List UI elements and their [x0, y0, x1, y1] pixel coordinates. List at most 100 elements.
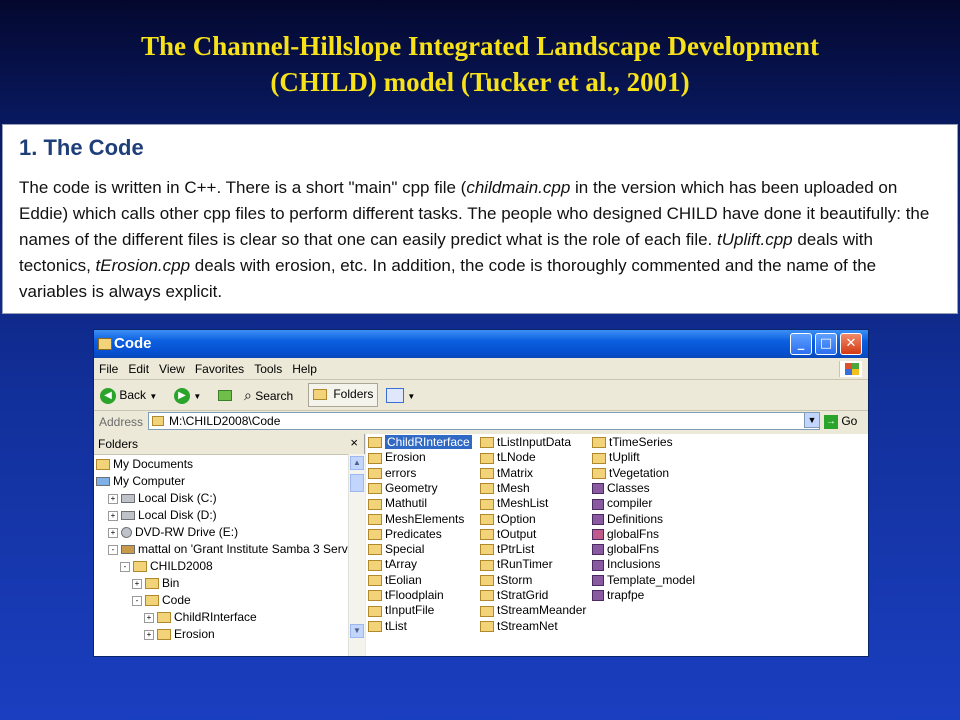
menu-view[interactable]: View: [154, 359, 190, 376]
back-button[interactable]: ◀ Back ▼: [100, 385, 157, 405]
file-item[interactable]: tStorm: [480, 573, 532, 588]
back-dropdown-icon[interactable]: ▼: [149, 392, 157, 401]
file-item[interactable]: tRunTimer: [480, 557, 553, 572]
menu-file[interactable]: File: [94, 359, 123, 376]
tree-item[interactable]: + Bin: [132, 575, 179, 591]
maximize-button[interactable]: □: [815, 333, 837, 355]
expand-icon[interactable]: +: [108, 510, 118, 521]
folders-scrollbar[interactable]: ▲ ▼: [348, 454, 365, 656]
up-folder-button[interactable]: [218, 385, 235, 405]
file-item[interactable]: tMeshList: [480, 496, 548, 511]
source-file-icon: [592, 513, 604, 525]
filename-text: tUplift.cpp: [717, 230, 793, 249]
file-item-label: compiler: [607, 496, 653, 511]
tree-item[interactable]: + Local Disk (C:): [108, 490, 217, 506]
file-item[interactable]: globalFns: [592, 542, 659, 557]
explorer-window: Code _ □ ✕ File Edit View Favorites Tools Hel…: [93, 329, 869, 657]
menu-bar: File Edit View Favorites Tools Help: [94, 359, 868, 380]
go-label: Go: [841, 414, 858, 428]
tree-item[interactable]: + DVD-RW Drive (E:): [108, 524, 238, 540]
tree-item[interactable]: My Computer: [96, 473, 185, 489]
file-item[interactable]: Classes: [592, 481, 650, 496]
tree-item[interactable]: - mattal on 'Grant Institute Samba 3 Serv…: [108, 541, 358, 557]
file-item[interactable]: Mathutil: [368, 496, 427, 511]
scroll-thumb[interactable]: [350, 474, 364, 492]
file-item[interactable]: tOption: [480, 512, 536, 527]
expand-icon[interactable]: +: [108, 527, 118, 538]
address-dropdown-icon[interactable]: ▼: [804, 412, 820, 428]
search-button[interactable]: ⌕ Search: [244, 385, 293, 405]
tree-item[interactable]: + Erosion: [144, 626, 215, 642]
search-icon: ⌕: [244, 387, 252, 403]
file-item[interactable]: Special: [368, 542, 424, 557]
close-pane-icon[interactable]: ×: [350, 435, 358, 450]
file-item[interactable]: compiler: [592, 496, 652, 511]
file-item[interactable]: trapfpe: [592, 588, 644, 603]
file-item[interactable]: Geometry: [368, 481, 438, 496]
file-item[interactable]: tVegetation: [592, 466, 669, 481]
folder-icon: [368, 590, 382, 602]
forward-dropdown-icon[interactable]: ▼: [193, 392, 201, 401]
tree-item[interactable]: My Documents: [96, 456, 193, 472]
file-item[interactable]: tListInputData: [480, 435, 571, 450]
forward-button[interactable]: ▶ ▼: [174, 385, 201, 405]
folder-icon: [480, 452, 494, 464]
expand-icon[interactable]: +: [144, 612, 154, 623]
file-item[interactable]: tMesh: [480, 481, 530, 496]
file-item[interactable]: tMatrix: [480, 466, 533, 481]
file-item[interactable]: Definitions: [592, 512, 663, 527]
go-button[interactable]: → Go: [824, 414, 857, 429]
tree-item[interactable]: - Code: [132, 592, 191, 608]
expand-icon[interactable]: +: [108, 493, 118, 504]
tree-item[interactable]: + ChildRInterface: [144, 609, 257, 625]
file-item-label: tInputFile: [385, 603, 435, 618]
menu-favorites[interactable]: Favorites: [190, 359, 249, 376]
file-item[interactable]: tFloodplain: [368, 588, 444, 603]
file-item[interactable]: Inclusions: [592, 557, 660, 572]
file-item[interactable]: Template_model: [592, 573, 695, 588]
file-item[interactable]: Predicates: [368, 527, 442, 542]
file-item[interactable]: tUplift: [592, 450, 640, 465]
file-item[interactable]: globalFns: [592, 527, 659, 542]
file-item[interactable]: tLNode: [480, 450, 536, 465]
menu-edit[interactable]: Edit: [123, 359, 154, 376]
menu-help[interactable]: Help: [287, 359, 322, 376]
file-item[interactable]: ChildRInterface: [368, 435, 472, 450]
file-item[interactable]: Erosion: [368, 450, 426, 465]
expand-icon[interactable]: +: [132, 578, 142, 589]
drive-icon: [121, 511, 135, 521]
collapse-icon[interactable]: -: [108, 544, 118, 555]
menu-tools[interactable]: Tools: [249, 359, 287, 376]
tree-item[interactable]: + Local Disk (D:): [108, 507, 217, 523]
file-item[interactable]: tEolian: [368, 573, 422, 588]
file-item[interactable]: tList: [368, 619, 407, 634]
file-item[interactable]: tInputFile: [368, 603, 434, 618]
folder-icon: [480, 467, 494, 479]
views-button[interactable]: ▼: [386, 385, 415, 405]
window-titlebar[interactable]: Code _ □ ✕: [94, 330, 868, 358]
file-item-label: tArray: [385, 557, 418, 572]
file-item[interactable]: tStratGrid: [480, 588, 548, 603]
file-item[interactable]: tStreamMeander: [480, 603, 586, 618]
tree-item[interactable]: - CHILD2008: [120, 558, 213, 574]
file-item[interactable]: tPtrList: [480, 542, 534, 557]
collapse-icon[interactable]: -: [120, 561, 130, 572]
folder-icon: [368, 605, 382, 617]
scroll-down-icon[interactable]: ▼: [350, 624, 364, 638]
views-dropdown-icon[interactable]: ▼: [407, 392, 415, 401]
file-item[interactable]: tOutput: [480, 527, 536, 542]
file-item[interactable]: tTimeSeries: [592, 435, 673, 450]
file-item[interactable]: errors: [368, 466, 416, 481]
file-item-label: Classes: [607, 480, 650, 495]
close-button[interactable]: ✕: [840, 333, 862, 355]
collapse-icon[interactable]: -: [132, 595, 142, 606]
address-input[interactable]: M:\CHILD2008\Code: [148, 412, 820, 430]
folder-icon: [480, 483, 494, 495]
folders-button[interactable]: Folders: [308, 383, 379, 407]
file-item[interactable]: tArray: [368, 557, 417, 572]
file-item[interactable]: tStreamNet: [480, 619, 558, 634]
expand-icon[interactable]: +: [144, 629, 154, 640]
file-item[interactable]: MeshElements: [368, 512, 464, 527]
minimize-button[interactable]: _: [790, 333, 812, 355]
scroll-up-icon[interactable]: ▲: [350, 456, 364, 470]
